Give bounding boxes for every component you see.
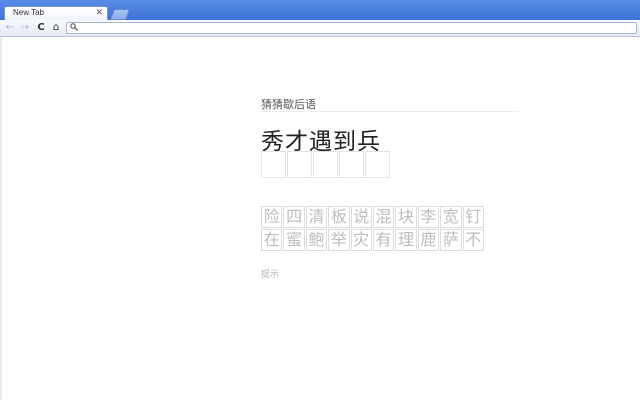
candidate-char[interactable]: 有 — [372, 229, 395, 251]
forward-icon[interactable]: → — [19, 22, 31, 34]
candidate-char[interactable]: 混 — [372, 206, 395, 228]
search-icon — [70, 23, 78, 34]
candidate-char[interactable]: 块 — [395, 206, 417, 228]
window-edge — [0, 37, 2, 400]
candidate-char[interactable]: 蜜 — [283, 229, 305, 251]
answer-slot[interactable] — [339, 151, 364, 178]
back-icon[interactable]: ← — [4, 22, 16, 34]
answer-slots — [261, 151, 391, 178]
candidate-char[interactable]: 在 — [261, 229, 283, 251]
hint-link[interactable]: 提示 — [261, 267, 279, 280]
candidate-char[interactable]: 理 — [395, 229, 417, 251]
new-tab-button[interactable] — [109, 9, 131, 20]
home-icon[interactable]: ⌂ — [50, 22, 62, 34]
candidate-char[interactable]: 钉 — [462, 206, 484, 228]
game-subtitle: 猜猜歇后语 — [261, 98, 316, 111]
close-icon[interactable]: ✕ — [95, 7, 103, 19]
candidate-char[interactable]: 鹿 — [417, 229, 440, 251]
candidate-char[interactable]: 板 — [328, 206, 350, 228]
candidate-char[interactable]: 说 — [350, 206, 372, 228]
candidate-grid: 险四清板说混块李宽钉在蜜鲍举灾有理鹿萨不 — [261, 206, 484, 251]
tab-title: New Tab — [13, 8, 44, 17]
divider — [261, 111, 519, 112]
tab-new-tab[interactable]: New Tab ✕ — [4, 6, 108, 21]
answer-slot[interactable] — [287, 151, 312, 178]
reload-icon[interactable]: C — [35, 22, 47, 34]
candidate-char[interactable]: 灾 — [350, 229, 372, 251]
toolbar: ← → C ⌂ — [0, 20, 640, 37]
answer-slot[interactable] — [313, 151, 338, 178]
candidate-char[interactable]: 宽 — [440, 206, 462, 228]
candidate-char[interactable]: 不 — [462, 229, 484, 251]
tab-strip: New Tab ✕ — [0, 0, 640, 21]
candidate-char[interactable]: 四 — [283, 206, 305, 228]
candidate-char[interactable]: 李 — [417, 206, 440, 228]
address-bar[interactable] — [66, 22, 637, 34]
candidate-char[interactable]: 险 — [261, 206, 283, 228]
answer-slot[interactable] — [365, 151, 390, 178]
candidate-char[interactable]: 鲍 — [305, 229, 328, 251]
candidate-char[interactable]: 清 — [305, 206, 328, 228]
candidate-char[interactable]: 举 — [328, 229, 350, 251]
answer-slot[interactable] — [261, 151, 286, 178]
candidate-char[interactable]: 萨 — [440, 229, 462, 251]
